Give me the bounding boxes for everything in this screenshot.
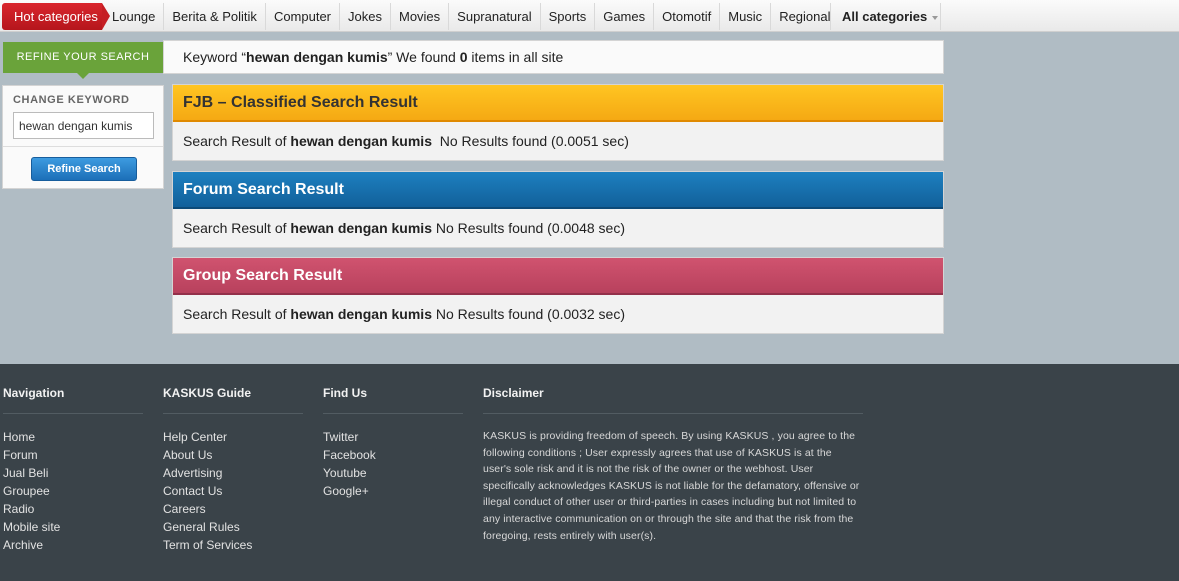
group-result-title: Group Search Result (173, 258, 943, 295)
footer-disclaimer-title: Disclaimer (483, 386, 544, 400)
nav-item-jokes[interactable]: Jokes (340, 3, 391, 30)
summary-suffix: items in all site (467, 49, 564, 65)
divider (483, 413, 863, 414)
footer-link-mobile-site[interactable]: Mobile site (3, 518, 143, 536)
footer-link-groupee[interactable]: Groupee (3, 482, 143, 500)
divider (163, 413, 303, 414)
footer-link-general-rules[interactable]: General Rules (163, 518, 303, 536)
footer-link-advertising[interactable]: Advertising (163, 464, 303, 482)
summary-prefix: Keyword “ (183, 49, 247, 65)
footer-guide: KASKUS Guide Help Center About Us Advert… (163, 386, 303, 554)
fjb-result-title: FJB – Classified Search Result (173, 85, 943, 122)
footer-link-twitter[interactable]: Twitter (323, 428, 463, 446)
footer-find-us: Find Us Twitter Facebook Youtube Google+ (323, 386, 463, 500)
footer-link-radio[interactable]: Radio (3, 500, 143, 518)
footer-link-term-of-services[interactable]: Term of Services (163, 536, 303, 554)
forum-result-text: Search Result of hewan dengan kumis No R… (173, 209, 943, 247)
disclaimer-text: KASKUS is providing freedom of speech. B… (483, 430, 860, 542)
nav-item-lounge[interactable]: Lounge (104, 3, 165, 30)
refine-search-button[interactable]: Refine Search (31, 157, 137, 181)
result-status: No Results found (0.0048 sec) (431, 220, 625, 236)
result-prefix: Search Result of (183, 220, 291, 236)
footer-link-archive[interactable]: Archive (3, 536, 143, 554)
divider (3, 146, 163, 147)
footer: Navigation Home Forum Jual Beli Groupee … (0, 364, 1179, 581)
result-prefix: Search Result of (183, 133, 291, 149)
change-keyword-label: CHANGE KEYWORD (13, 94, 130, 106)
footer-link-forum[interactable]: Forum (3, 446, 143, 464)
top-navigation: Hot categories Lounge Berita & Politik C… (0, 0, 1179, 32)
category-nav: Lounge Berita & Politik Computer Jokes M… (104, 3, 839, 30)
nav-item-music[interactable]: Music (720, 3, 772, 30)
footer-link-jual-beli[interactable]: Jual Beli (3, 464, 143, 482)
result-status: No Results found (0.0032 sec) (431, 306, 625, 322)
nav-item-movies[interactable]: Movies (391, 3, 450, 30)
footer-link-youtube[interactable]: Youtube (323, 464, 463, 482)
forum-result-title: Forum Search Result (173, 172, 943, 209)
all-categories-dropdown[interactable]: All categories (830, 3, 941, 30)
fjb-result-text: Search Result of hewan dengan kumis No R… (173, 122, 943, 160)
footer-link-contact-us[interactable]: Contact Us (163, 482, 303, 500)
footer-link-careers[interactable]: Careers (163, 500, 303, 518)
chevron-down-icon (932, 15, 939, 20)
fjb-result-panel: FJB – Classified Search Result Search Re… (172, 84, 944, 161)
footer-guide-title: KASKUS Guide (163, 386, 252, 400)
divider (323, 413, 463, 414)
all-categories-label: All categories (842, 9, 928, 24)
footer-link-google-plus[interactable]: Google+ (323, 482, 463, 500)
group-result-text: Search Result of hewan dengan kumis No R… (173, 295, 943, 333)
result-keyword: hewan dengan kumis (290, 306, 432, 322)
nav-item-computer[interactable]: Computer (266, 3, 341, 30)
nav-item-sports[interactable]: Sports (541, 3, 596, 30)
nav-item-supranatural[interactable]: Supranatural (449, 3, 541, 30)
footer-link-home[interactable]: Home (3, 428, 143, 446)
footer-link-about-us[interactable]: About Us (163, 446, 303, 464)
nav-item-regional[interactable]: Regional (771, 3, 838, 30)
footer-link-facebook[interactable]: Facebook (323, 446, 463, 464)
divider (3, 413, 143, 414)
footer-disclaimer: Disclaimer KASKUS is providing freedom o… (483, 386, 863, 544)
hot-categories-tab[interactable]: Hot categories (2, 3, 110, 30)
result-keyword: hewan dengan kumis (290, 220, 432, 236)
footer-find-us-title: Find Us (323, 386, 367, 400)
footer-link-help-center[interactable]: Help Center (163, 428, 303, 446)
refine-search-tab: REFINE YOUR SEARCH (3, 42, 163, 79)
group-result-panel: Group Search Result Search Result of hew… (172, 257, 944, 334)
summary-middle: ” We found (387, 49, 460, 65)
footer-navigation: Navigation Home Forum Jual Beli Groupee … (3, 386, 143, 554)
footer-navigation-title: Navigation (3, 386, 65, 400)
search-summary: Keyword “hewan dengan kumis” We found 0 … (163, 40, 944, 74)
result-status: No Results found (0.0051 sec) (431, 133, 629, 149)
refine-sidebar: CHANGE KEYWORD Refine Search (2, 85, 164, 189)
keyword-input[interactable] (13, 112, 154, 139)
nav-item-otomotif[interactable]: Otomotif (654, 3, 721, 30)
summary-keyword: hewan dengan kumis (246, 49, 388, 65)
forum-result-panel: Forum Search Result Search Result of hew… (172, 171, 944, 248)
nav-item-games[interactable]: Games (595, 3, 655, 30)
nav-item-berita-politik[interactable]: Berita & Politik (164, 3, 266, 30)
summary-count: 0 (459, 49, 468, 65)
result-keyword: hewan dengan kumis (290, 133, 432, 149)
result-prefix: Search Result of (183, 306, 291, 322)
